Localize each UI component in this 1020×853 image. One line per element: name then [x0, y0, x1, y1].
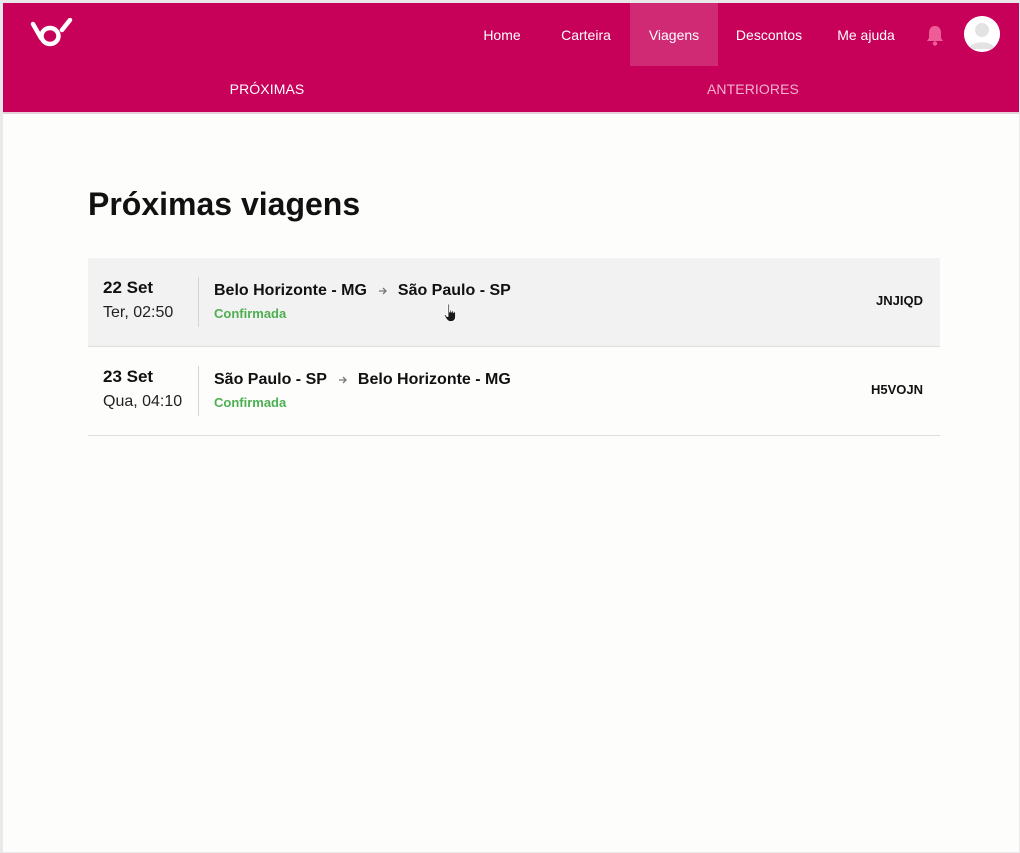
trip-row[interactable]: 22 Set Ter, 02:50 Belo Horizonte - MG Sã…	[88, 258, 940, 347]
status-badge: Confirmada	[214, 395, 287, 410]
avatar-icon[interactable]	[964, 16, 1000, 52]
trip-destination: São Paulo - SP	[397, 282, 511, 299]
trip-day: 23 Set	[103, 367, 154, 386]
trip-route: Belo Horizonte - MG São Paulo - SP	[214, 282, 511, 300]
trip-tabs: PRÓXIMAS ANTERIORES	[3, 66, 1019, 112]
trip-date: 22 Set Ter, 02:50	[103, 278, 173, 322]
app-window: Home Carteira Viagens Descontos Me ajuda…	[3, 3, 1019, 852]
tab-proximas[interactable]: PRÓXIMAS	[3, 66, 531, 112]
nav-carteira[interactable]: Carteira	[542, 3, 630, 66]
trip-time: Qua, 04:10	[103, 393, 183, 410]
page-title: Próximas viagens	[88, 186, 361, 222]
trip-row[interactable]: 23 Set Qua, 04:10 São Paulo - SP Belo Ho…	[88, 347, 940, 436]
booking-code: JNJIQD	[876, 293, 923, 308]
trip-time: Ter, 02:50	[103, 304, 174, 321]
main-nav: Home Carteira Viagens Descontos Me ajuda	[462, 3, 912, 66]
nav-me-ajuda[interactable]: Me ajuda	[820, 3, 912, 66]
top-header: Home Carteira Viagens Descontos Me ajuda…	[3, 3, 1019, 114]
status-badge: Confirmada	[214, 306, 287, 321]
arrow-right-icon	[338, 376, 347, 384]
trip-date: 23 Set Qua, 04:10	[103, 367, 182, 411]
logo-icon[interactable]	[29, 18, 75, 50]
trip-origin: Belo Horizonte - MG	[214, 282, 367, 299]
trip-origin: São Paulo - SP	[214, 371, 327, 388]
booking-code: H5VOJN	[870, 382, 923, 397]
divider	[198, 366, 199, 416]
divider	[198, 277, 199, 327]
nav-descontos[interactable]: Descontos	[718, 3, 820, 66]
trip-route: São Paulo - SP Belo Horizonte - MG	[214, 371, 511, 389]
nav-home[interactable]: Home	[462, 3, 542, 66]
arrow-right-icon	[378, 287, 387, 295]
nav-viagens[interactable]: Viagens	[630, 3, 718, 66]
trip-day: 22 Set	[103, 278, 154, 297]
trip-destination: Belo Horizonte - MG	[357, 371, 511, 388]
bell-icon[interactable]	[925, 24, 945, 46]
trip-list: 22 Set Ter, 02:50 Belo Horizonte - MG Sã…	[88, 258, 940, 436]
tab-anteriores[interactable]: ANTERIORES	[511, 66, 995, 112]
